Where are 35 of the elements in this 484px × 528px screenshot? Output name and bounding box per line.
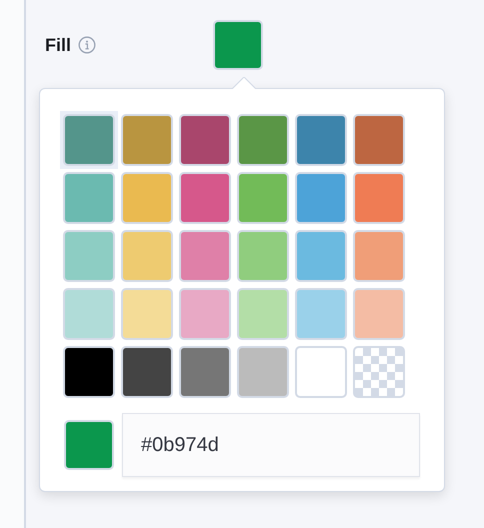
color-swatch[interactable] [237, 230, 289, 282]
color-swatch[interactable] [295, 172, 347, 224]
color-swatch[interactable] [63, 230, 115, 282]
color-swatch[interactable] [237, 172, 289, 224]
color-swatch[interactable] [237, 288, 289, 340]
color-swatch[interactable] [295, 230, 347, 282]
color-swatch[interactable] [237, 114, 289, 166]
color-swatch[interactable] [179, 346, 231, 398]
info-icon[interactable] [78, 36, 96, 54]
color-swatch[interactable] [179, 114, 231, 166]
color-swatch-button[interactable] [213, 20, 263, 70]
color-swatch[interactable] [121, 114, 173, 166]
field-label: Fill [45, 34, 71, 56]
color-swatch[interactable] [353, 172, 405, 224]
color-swatch[interactable] [121, 172, 173, 224]
color-swatch[interactable] [63, 288, 115, 340]
color-swatch[interactable] [121, 346, 173, 398]
color-swatch[interactable] [121, 230, 173, 282]
color-swatch[interactable] [237, 346, 289, 398]
color-preview [64, 420, 114, 470]
color-swatch[interactable] [63, 114, 115, 166]
color-swatch[interactable] [63, 172, 115, 224]
color-swatch[interactable] [295, 288, 347, 340]
transparent-swatch[interactable] [353, 346, 405, 398]
color-swatch[interactable] [121, 288, 173, 340]
color-swatch[interactable] [353, 230, 405, 282]
color-swatch[interactable] [295, 114, 347, 166]
color-swatch[interactable] [353, 114, 405, 166]
color-swatch[interactable] [179, 288, 231, 340]
color-swatch[interactable] [295, 346, 347, 398]
color-swatch[interactable] [179, 172, 231, 224]
hex-input-field[interactable]: #0b974d [122, 413, 420, 477]
color-swatch[interactable] [353, 288, 405, 340]
color-swatch[interactable] [179, 230, 231, 282]
color-swatch[interactable] [63, 346, 115, 398]
